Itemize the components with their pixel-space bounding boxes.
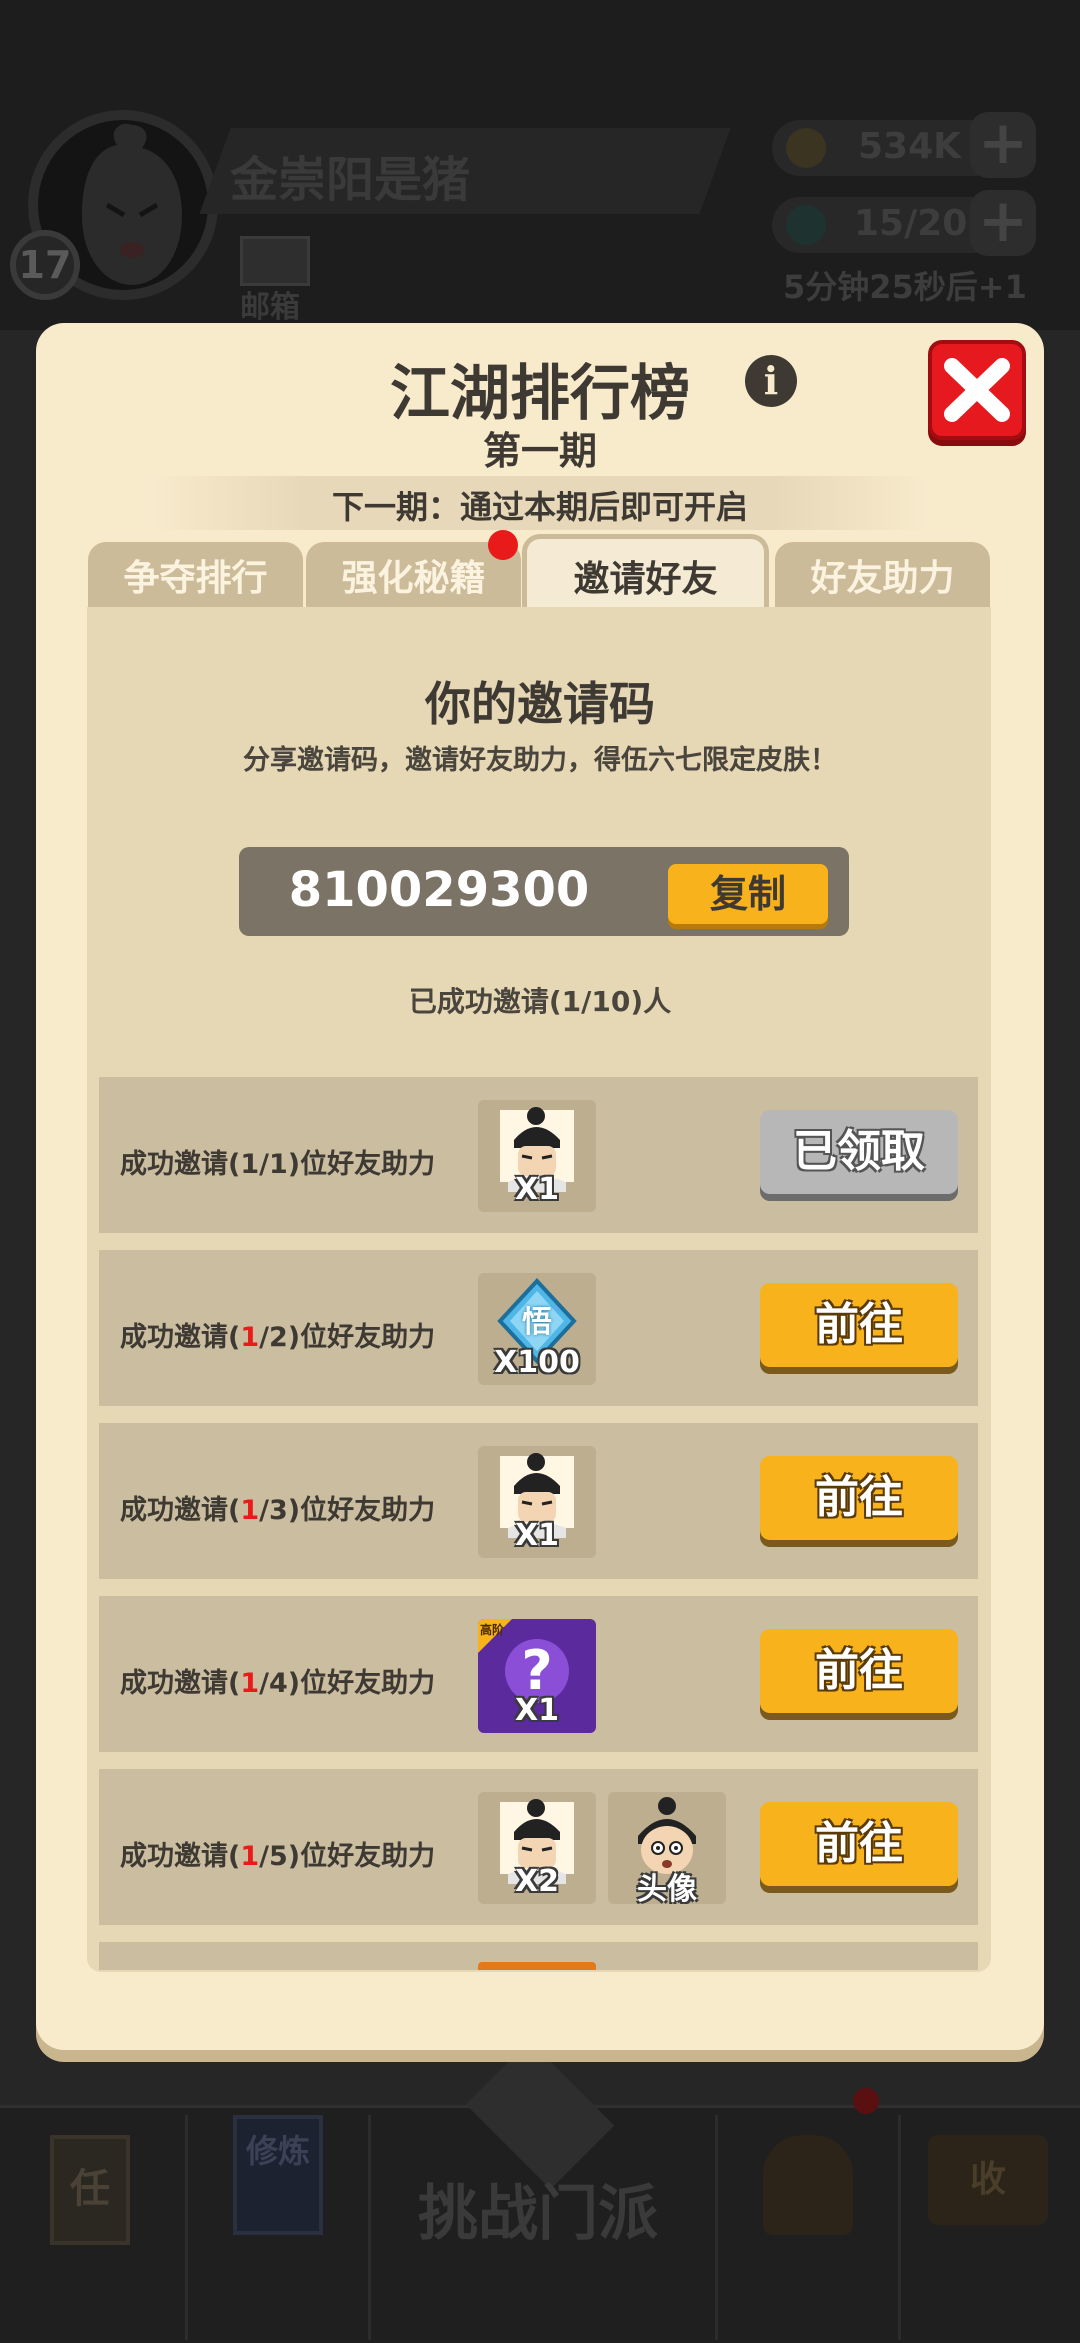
bottom-nav-armor[interactable]: [715, 2115, 901, 2340]
energy-gem-icon: [786, 205, 826, 245]
invite-description: 分享邀请码，邀请好友助力，得伍六七限定皮肤！: [243, 745, 837, 776]
reward-condition: 成功邀请(1/2)位好友助力: [120, 1322, 436, 1353]
tab-invite-friends[interactable]: 邀请好友: [522, 534, 769, 610]
go-button[interactable]: 前往: [760, 1802, 958, 1886]
modal-title: 江湖排行榜: [390, 359, 690, 429]
add-energy-button[interactable]: +: [970, 190, 1036, 256]
copy-button[interactable]: 复制: [668, 864, 828, 924]
reward-condition: 成功邀请(1/3)位好友助力: [120, 1495, 436, 1526]
task-scroll-icon: 任: [50, 2135, 130, 2245]
advanced-tag: 高阶: [480, 1623, 505, 1637]
reward-item[interactable]: 悟 X100: [478, 1273, 596, 1385]
tab-enhance[interactable]: 强化秘籍: [306, 542, 521, 610]
claimed-button[interactable]: 已领取: [760, 1110, 958, 1194]
cultivate-book-icon: 修炼: [233, 2115, 323, 2235]
notification-dot: [853, 2088, 879, 2114]
reward-item[interactable]: ? 高阶 X1: [478, 1619, 596, 1733]
energy-amount: 15/20: [854, 203, 968, 244]
player-name: 金崇阳是猪: [230, 152, 471, 208]
reward-condition: 成功邀请(1/5)位好友助力: [120, 1841, 436, 1872]
gold-amount: 534K: [858, 126, 962, 167]
bottom-nav-task[interactable]: 任: [0, 2115, 188, 2340]
go-button[interactable]: 前往: [760, 1283, 958, 1367]
collect-building-icon: 收: [928, 2135, 1048, 2225]
tab-ranking[interactable]: 争夺排行: [88, 542, 303, 610]
mail-label: 邮箱: [240, 290, 300, 325]
next-period-text: 下一期：通过本期后即可开启: [331, 488, 748, 526]
reward-item: [478, 1962, 596, 1970]
info-icon[interactable]: i: [745, 355, 797, 407]
diamond-glyph: 悟: [522, 1305, 552, 1340]
mail-icon[interactable]: [240, 236, 310, 286]
invite-code-title: 你的邀请码: [425, 677, 655, 731]
go-button[interactable]: 前往: [760, 1456, 958, 1540]
gold-coin-icon: [786, 128, 826, 168]
player-avatar-icon: [82, 123, 182, 286]
bottom-nav-cultivate[interactable]: 修炼: [188, 2115, 371, 2340]
challenge-sect-button[interactable]: 挑战门派: [418, 2165, 658, 2252]
reward-item[interactable]: X1: [478, 1100, 596, 1212]
player-level-badge: 17: [10, 230, 80, 300]
add-gold-button[interactable]: +: [970, 112, 1036, 178]
armor-icon: [763, 2135, 853, 2235]
invited-count: 已成功邀请(1/10)人: [408, 985, 672, 1018]
reward-condition: 成功邀请(1/4)位好友助力: [120, 1668, 436, 1699]
go-button[interactable]: 前往: [760, 1629, 958, 1713]
reward-item[interactable]: X2: [478, 1792, 596, 1904]
energy-timer: 5分钟25秒后+1: [783, 268, 1027, 306]
tab-notification-dot: [488, 530, 518, 560]
reward-item[interactable]: 头像: [608, 1792, 726, 1904]
bottom-nav-collect[interactable]: 收: [898, 2115, 1080, 2340]
tab-friend-help[interactable]: 好友助力: [775, 542, 990, 610]
challenge-emblem-icon: [460, 2040, 620, 2190]
reward-item[interactable]: X1: [478, 1446, 596, 1558]
reward-condition: 成功邀请(1/1)位好友助力: [120, 1149, 436, 1180]
period-label: 第一期: [482, 429, 597, 473]
invite-code: 810029300: [288, 862, 590, 918]
